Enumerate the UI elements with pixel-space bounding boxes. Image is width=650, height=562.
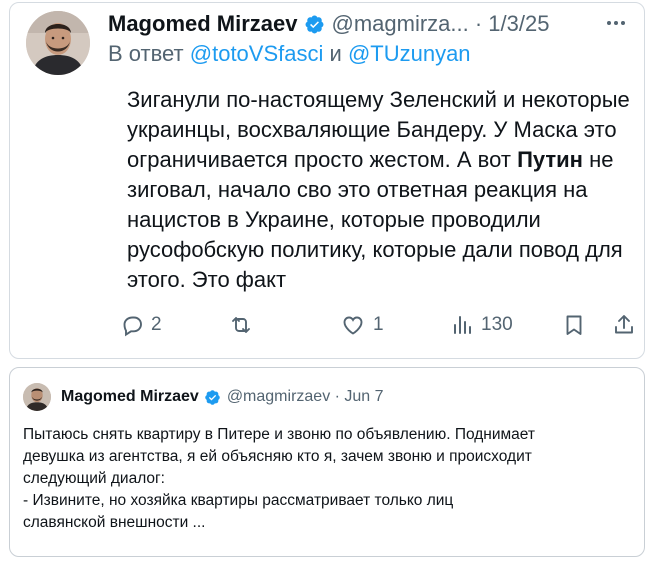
bookmark-button[interactable] <box>562 309 586 341</box>
like-count: 1 <box>373 314 384 335</box>
quoted-text-line: следующий диалог: <box>23 470 165 487</box>
reply-prefix: В ответ <box>108 41 184 66</box>
views-button[interactable]: 130 <box>450 309 513 341</box>
retweet-icon <box>232 317 250 333</box>
tweet-text-bold: Путин <box>517 147 583 172</box>
action-bar: 2 1 130 <box>120 309 640 341</box>
reply-count: 2 <box>151 314 162 335</box>
retweet-button[interactable] <box>228 309 261 341</box>
reply-mention-link[interactable]: @TUzunyan <box>348 41 471 66</box>
views-icon <box>454 316 471 334</box>
avatar-photo <box>26 11 90 75</box>
avatar-photo <box>23 383 51 411</box>
view-count: 130 <box>481 314 513 335</box>
quoted-text-line: Пытаюсь снять квартиру в Питере и звоню … <box>23 426 535 443</box>
quoted-author-name[interactable]: Magomed Mirzaev <box>61 388 199 406</box>
tweet-header: Magomed Mirzaev @magmirza... · 1/3/25 <box>108 9 549 39</box>
tweet-text: Зиганули по-настоящему Зеленский и некот… <box>127 85 647 295</box>
quoted-tweet-card[interactable]: Magomed Mirzaev @magmirzaev · Jun 7 Пыта… <box>9 367 645 557</box>
more-icon[interactable] <box>604 11 628 35</box>
bookmark-icon <box>566 315 582 335</box>
quoted-text-line: славянской внешности ... <box>23 514 206 531</box>
quoted-text-line: - Извините, но хозяйка квартиры рассматр… <box>23 492 454 509</box>
handle-and-date[interactable]: @magmirza... · 1/3/25 <box>332 11 550 37</box>
reply-icon <box>123 316 142 337</box>
reply-conjunction: и <box>329 41 342 66</box>
quoted-avatar[interactable] <box>23 383 51 411</box>
quoted-handle-and-date[interactable]: @magmirzaev · Jun 7 <box>227 388 384 406</box>
tweet-card[interactable]: Magomed Mirzaev @magmirza... · 1/3/25 В … <box>9 2 645 359</box>
like-button[interactable]: 1 <box>340 309 384 341</box>
reply-button[interactable]: 2 <box>120 309 162 341</box>
author-name[interactable]: Magomed Mirzaev <box>108 11 298 37</box>
share-icon <box>615 315 633 334</box>
share-button[interactable] <box>612 309 636 341</box>
reply-context: В ответ @totoVSfasci и @TUzunyan <box>108 41 471 67</box>
verified-badge-icon <box>205 389 220 405</box>
quoted-tweet-text: Пытаюсь снять квартиру в Питере и звоню … <box>23 424 633 534</box>
avatar[interactable] <box>26 11 90 75</box>
quoted-text-line: девушка из агентства, я ей объясняю кто … <box>23 448 532 465</box>
verified-badge-icon <box>305 15 323 33</box>
like-icon <box>343 316 363 335</box>
quoted-tweet-header: Magomed Mirzaev @magmirzaev · Jun 7 <box>61 386 384 408</box>
reply-mention-link[interactable]: @totoVSfasci <box>190 41 324 66</box>
